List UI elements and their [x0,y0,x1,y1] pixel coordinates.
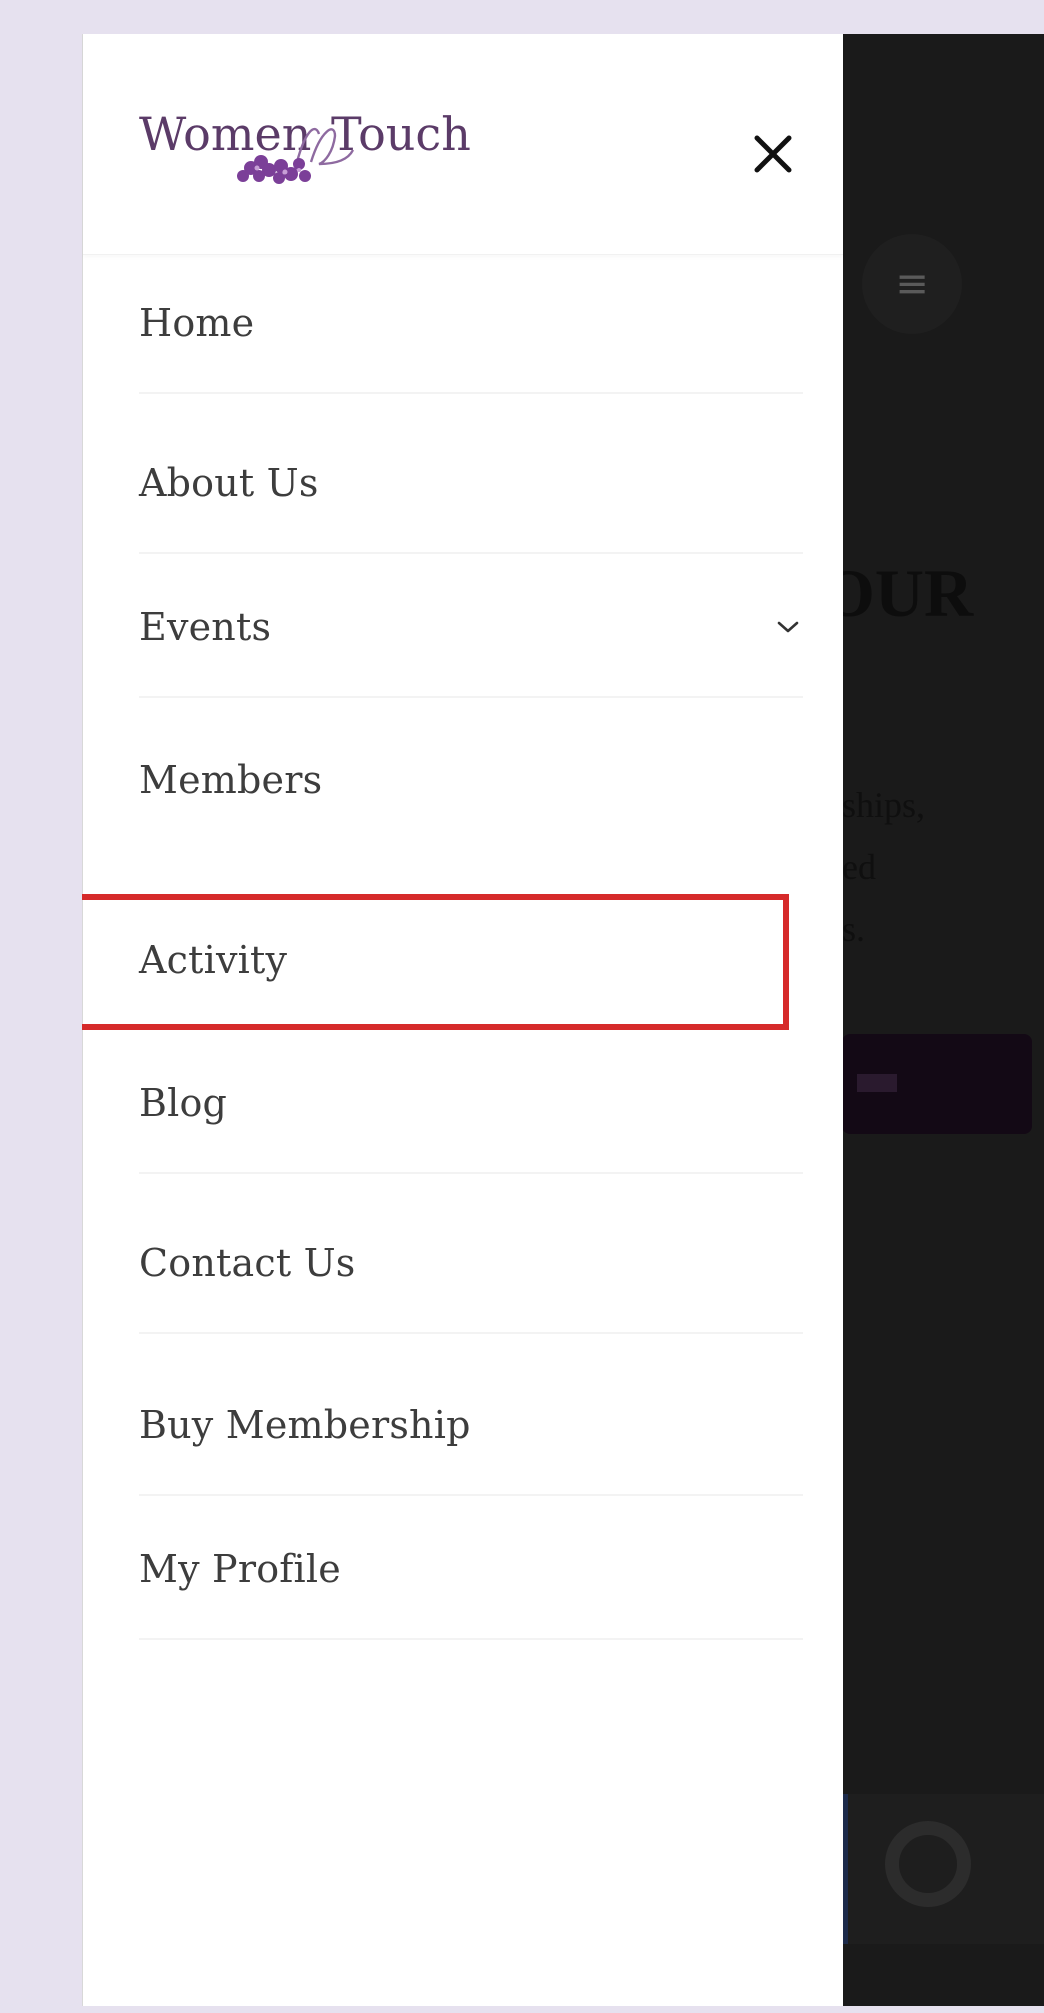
menu-item-activity[interactable]: Activity [139,890,803,1030]
menu-item-buy-membership[interactable]: Buy Membership [139,1356,803,1496]
menu-item-label: My Profile [139,1547,341,1591]
menu-item-label: Activity [139,938,288,982]
arrow-icon [857,1074,897,1092]
close-icon [754,135,792,173]
menu-item-my-profile[interactable]: My Profile [139,1500,803,1640]
site-logo[interactable]: Women Touch [139,92,519,212]
menu-item-label: Buy Membership [139,1403,471,1447]
background-heading: OUR [822,555,974,631]
background-cta-button [842,1034,1032,1134]
mobile-viewport: ≡ OUR ships, ed s. Women Touch Home Abou… [82,34,1044,2006]
menu-item-label: Contact Us [139,1241,356,1285]
menu-item-members[interactable]: Members [139,710,803,850]
svg-text:Women: Women [139,107,311,161]
menu-item-about-us[interactable]: About Us [139,414,803,554]
close-button[interactable] [743,124,803,184]
menu-item-label: Blog [139,1081,228,1125]
hamburger-menu-icon: ≡ [862,234,962,334]
menu-item-home[interactable]: Home [139,254,803,394]
drawer-header: Women Touch [83,34,843,255]
logo-graphic: Women Touch [139,107,471,184]
menu-item-label: About Us [139,461,319,505]
chevron-down-icon[interactable] [773,612,803,642]
background-paragraph: ships, ed s. [842,785,926,949]
navigation-drawer: Women Touch Home About Us Events Members… [82,34,843,2006]
menu-item-contact-us[interactable]: Contact Us [139,1194,803,1334]
recaptcha-icon [885,1821,971,1907]
recaptcha-badge [842,1794,1044,1944]
menu-item-blog[interactable]: Blog [139,1034,803,1174]
menu-item-events[interactable]: Events [139,558,803,698]
menu-item-label: Home [139,301,255,345]
menu-item-label: Events [139,605,272,649]
menu-item-label: Members [139,758,323,802]
